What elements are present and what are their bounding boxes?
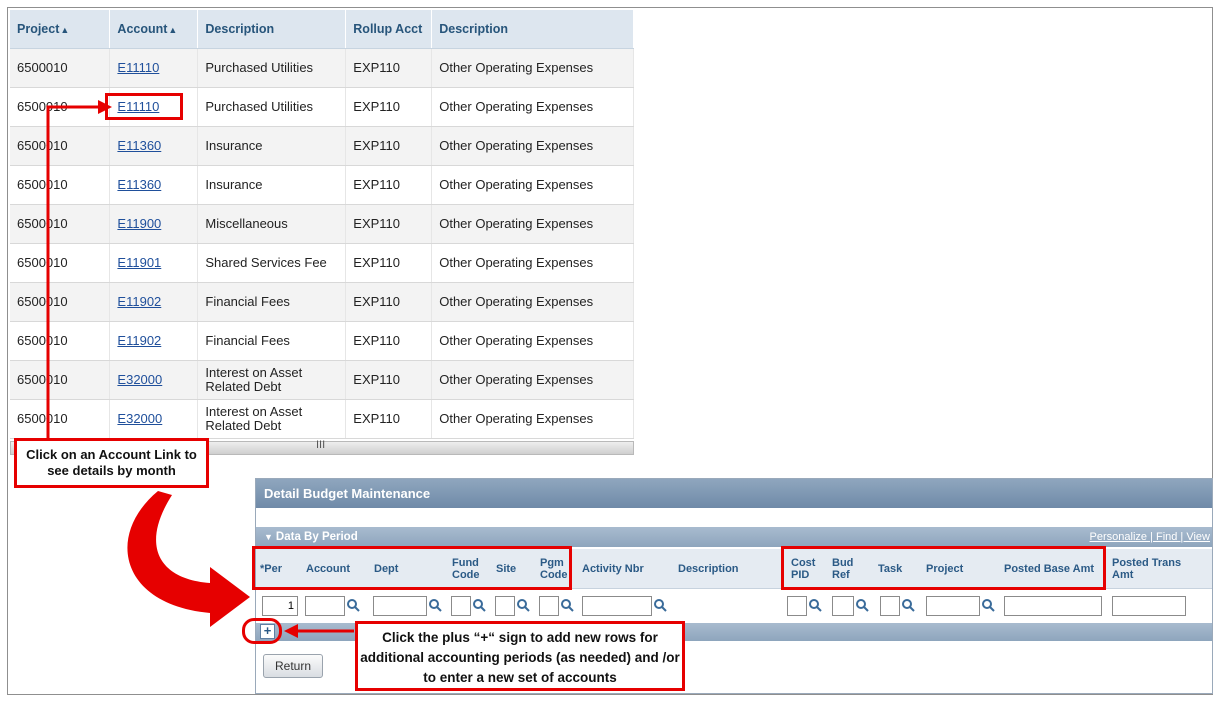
cell-rollup-acct: EXP110 <box>345 282 433 322</box>
header-project[interactable]: Project▲ <box>10 10 111 49</box>
return-button[interactable]: Return <box>263 654 323 678</box>
col-posted-trans-amt: Posted Trans Amt <box>1112 557 1182 581</box>
search-icon[interactable] <box>472 596 486 614</box>
table-row: 6500010 E11110 Purchased Utilities EXP110 Ot… <box>10 48 634 88</box>
scroll-grip-icon: III <box>316 439 326 451</box>
cell-description: Shared Services Fee <box>197 243 347 283</box>
cell-rollup-description: Other Operating Expenses <box>431 48 634 88</box>
cell-rollup-description: Other Operating Expenses <box>431 165 634 205</box>
cell-rollup-description: Other Operating Expenses <box>431 282 634 322</box>
search-icon[interactable] <box>653 596 667 614</box>
cell-rollup-acct: EXP110 <box>345 321 433 361</box>
header-rollup-description[interactable]: Description <box>431 10 634 49</box>
cell-rollup-description: Other Operating Expenses <box>431 399 634 439</box>
cell-rollup-acct: EXP110 <box>345 165 433 205</box>
search-icon[interactable] <box>855 596 869 614</box>
cell-rollup-acct: EXP110 <box>345 243 433 283</box>
posted-base-amt-input[interactable] <box>1004 596 1102 616</box>
plus-sign-callout: Click the plus “+“ sign to add new rows … <box>355 621 685 691</box>
search-icon[interactable] <box>981 596 995 614</box>
cell-description: Financial Fees <box>197 282 347 322</box>
dept-input[interactable] <box>373 596 427 616</box>
search-icon[interactable] <box>428 596 442 614</box>
cell-description: Insurance <box>197 165 347 205</box>
cell-project: 6500010 <box>10 48 111 88</box>
search-icon[interactable] <box>808 596 822 614</box>
search-icon[interactable] <box>901 596 915 614</box>
collapse-icon[interactable]: ▼ <box>264 532 273 542</box>
cell-rollup-acct: EXP110 <box>345 204 433 244</box>
data-by-period-bar: ▼ Data By Period Personalize | Find | Vie… <box>256 527 1212 547</box>
cell-rollup-acct: EXP110 <box>345 360 433 400</box>
panel-title: Detail Budget Maintenance <box>256 479 1212 508</box>
activity-nbr-input[interactable] <box>582 596 652 616</box>
cell-description: Purchased Utilities <box>197 48 347 88</box>
search-icon[interactable] <box>560 596 574 614</box>
col-description: Description <box>678 563 739 575</box>
pgm-code-input[interactable] <box>539 596 559 616</box>
cell-description: Miscellaneous <box>197 204 347 244</box>
project-input[interactable] <box>926 596 980 616</box>
section-title: Data By Period <box>275 531 358 543</box>
bud-ref-input[interactable] <box>832 596 854 616</box>
sort-asc-icon: ▲ <box>60 24 70 35</box>
sort-asc-icon: ▲ <box>168 24 178 35</box>
header-description[interactable]: Description <box>197 10 347 49</box>
cell-description: Insurance <box>197 126 347 166</box>
cell-rollup-description: Other Operating Expenses <box>431 243 634 283</box>
callout-arrow-up <box>46 100 112 440</box>
cell-rollup-acct: EXP110 <box>345 87 433 127</box>
header-group-highlight-left <box>252 546 572 590</box>
cell-rollup-description: Other Operating Expenses <box>431 360 634 400</box>
fund-code-input[interactable] <box>451 596 471 616</box>
grid-header-row: Project▲ Account▲ Description Rollup Acc… <box>10 10 634 49</box>
cell-rollup-description: Other Operating Expenses <box>431 126 634 166</box>
cell-description: Financial Fees <box>197 321 347 361</box>
header-account[interactable]: Account▲ <box>109 10 199 49</box>
cell-rollup-description: Other Operating Expenses <box>431 204 634 244</box>
cell-rollup-description: Other Operating Expenses <box>431 87 634 127</box>
cost-pid-input[interactable] <box>787 596 807 616</box>
cell-description: Interest on Asset Related Debt <box>197 399 347 439</box>
posted-trans-amt-input[interactable] <box>1112 596 1186 616</box>
cell-account: E11110 <box>109 48 199 88</box>
cell-description: Purchased Utilities <box>197 87 347 127</box>
personalize-find-view-links[interactable]: Personalize | Find | View <box>1090 527 1210 547</box>
header-rollup-acct[interactable]: Rollup Acct <box>345 10 433 49</box>
search-icon[interactable] <box>516 596 530 614</box>
cell-rollup-description: Other Operating Expenses <box>431 321 634 361</box>
cell-description: Interest on Asset Related Debt <box>197 360 347 400</box>
task-input[interactable] <box>880 596 900 616</box>
account-link[interactable]: E11110 <box>117 60 159 75</box>
search-icon[interactable] <box>346 596 360 614</box>
header-group-highlight-right <box>781 546 1106 590</box>
per-input[interactable]: 1 <box>262 596 298 616</box>
cell-rollup-acct: EXP110 <box>345 48 433 88</box>
col-activity-nbr: Activity Nbr <box>582 563 644 575</box>
cell-rollup-acct: EXP110 <box>345 126 433 166</box>
plus-highlight <box>242 618 282 644</box>
cell-rollup-acct: EXP110 <box>345 399 433 439</box>
account-input[interactable] <box>305 596 345 616</box>
site-input[interactable] <box>495 596 515 616</box>
